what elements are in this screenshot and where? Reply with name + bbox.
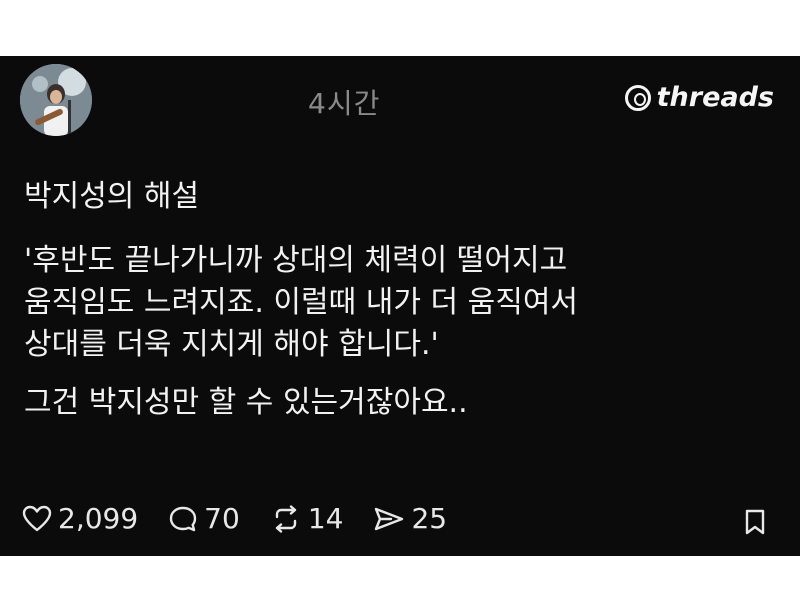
reply-count: 70 [204,502,240,535]
post-title: 박지성의 해설 [24,179,200,214]
send-icon [375,507,404,530]
like-button[interactable]: 2,099 [22,502,138,535]
repost-button[interactable]: 14 [270,502,344,535]
bookmark-button[interactable] [744,508,766,540]
speech-bubble-icon [169,506,197,531]
post-comment: 그건 박지성만 할 수 있는거잖아요.. [24,385,468,420]
share-count: 25 [411,502,448,535]
share-button[interactable]: 25 [373,502,447,535]
threads-logo: threads [624,82,774,113]
post-card: 4시간 threads 박지성의 해설 '후반도 끝나가니까 상대의 체력이 떨… [0,56,800,556]
threads-wordmark: threads [656,82,774,113]
repost-icon [275,504,297,533]
avatar[interactable] [20,64,92,136]
avatar-image [20,64,92,136]
threads-icon [624,84,651,111]
action-bar: 2,099 70 14 25 [22,502,447,535]
heart-icon [22,505,52,531]
repost-count: 14 [307,502,344,535]
post-quote: '후반도 끝나가니까 상대의 체력이 떨어지고 움직임도 느려지죠. 이럴때 내… [24,243,579,362]
reply-button[interactable]: 70 [168,502,240,535]
post-body: 박지성의 해설 '후반도 끝나가니까 상대의 체력이 떨어지고 움직임도 느려지… [24,176,784,424]
bookmark-icon [745,509,765,535]
post-timestamp: 4시간 [308,87,381,120]
like-count: 2,099 [58,502,139,535]
